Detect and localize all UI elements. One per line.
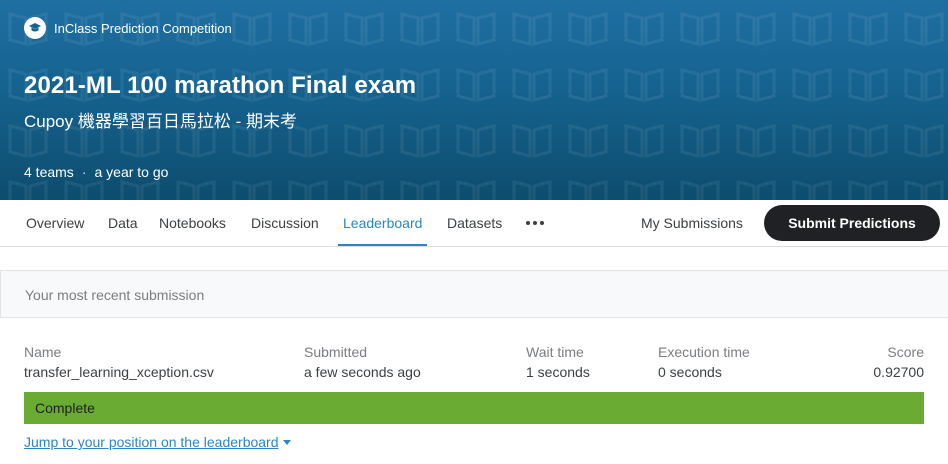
tab-overview[interactable]: Overview — [26, 200, 84, 246]
teams-count: 4 teams — [24, 164, 74, 180]
competition-subtitle: Cupoy 機器學習百日馬拉松 - 期末考 — [24, 112, 297, 131]
execution-time-column-label: Execution time — [658, 344, 750, 360]
submission-status: Complete — [35, 400, 95, 416]
submit-predictions-button[interactable]: Submit Predictions — [764, 205, 940, 241]
time-remaining: a year to go — [94, 164, 169, 180]
submission-status-bar: Complete — [24, 392, 924, 424]
competition-tabs: Overview Data Notebooks Discussion Leade… — [0, 200, 948, 247]
recent-submission-title: Your most recent submission — [25, 287, 205, 303]
wait-time-column-label: Wait time — [526, 344, 584, 360]
submission-time: a few seconds ago — [304, 364, 421, 380]
recent-submission-header: Your most recent submission — [0, 270, 948, 318]
competition-header: InClass Prediction Competition 2021-ML 1… — [0, 0, 948, 200]
jump-to-leaderboard-link[interactable]: Jump to your position on the leaderboard — [24, 434, 291, 450]
score-column-label: Score — [887, 344, 924, 360]
tab-notebooks[interactable]: Notebooks — [159, 200, 226, 246]
competition-type-row: InClass Prediction Competition — [24, 17, 232, 39]
competition-title: 2021-ML 100 marathon Final exam — [24, 72, 417, 99]
tab-leaderboard[interactable]: Leaderboard — [338, 200, 428, 246]
graduation-cap-icon — [24, 17, 46, 39]
tab-discussion[interactable]: Discussion — [251, 200, 319, 246]
tab-data[interactable]: Data — [108, 200, 138, 246]
submitted-column-label: Submitted — [304, 344, 368, 360]
competition-type: InClass Prediction Competition — [54, 20, 232, 36]
submission-score: 0.92700 — [873, 364, 924, 380]
tab-datasets[interactable]: Datasets — [447, 200, 502, 246]
caret-down-icon — [282, 440, 291, 445]
jump-link-label: Jump to your position on the leaderboard — [24, 434, 279, 450]
meta-separator: · — [81, 164, 87, 180]
submission-wait-time: 1 seconds — [526, 364, 590, 380]
my-submissions-link[interactable]: My Submissions — [641, 200, 743, 246]
submission-execution-time: 0 seconds — [658, 364, 722, 380]
more-dots-icon[interactable] — [524, 200, 545, 246]
competition-meta: 4 teams · a year to go — [24, 164, 168, 180]
submission-file-name: transfer_learning_xception.csv — [24, 364, 214, 380]
name-column-label: Name — [24, 344, 62, 360]
